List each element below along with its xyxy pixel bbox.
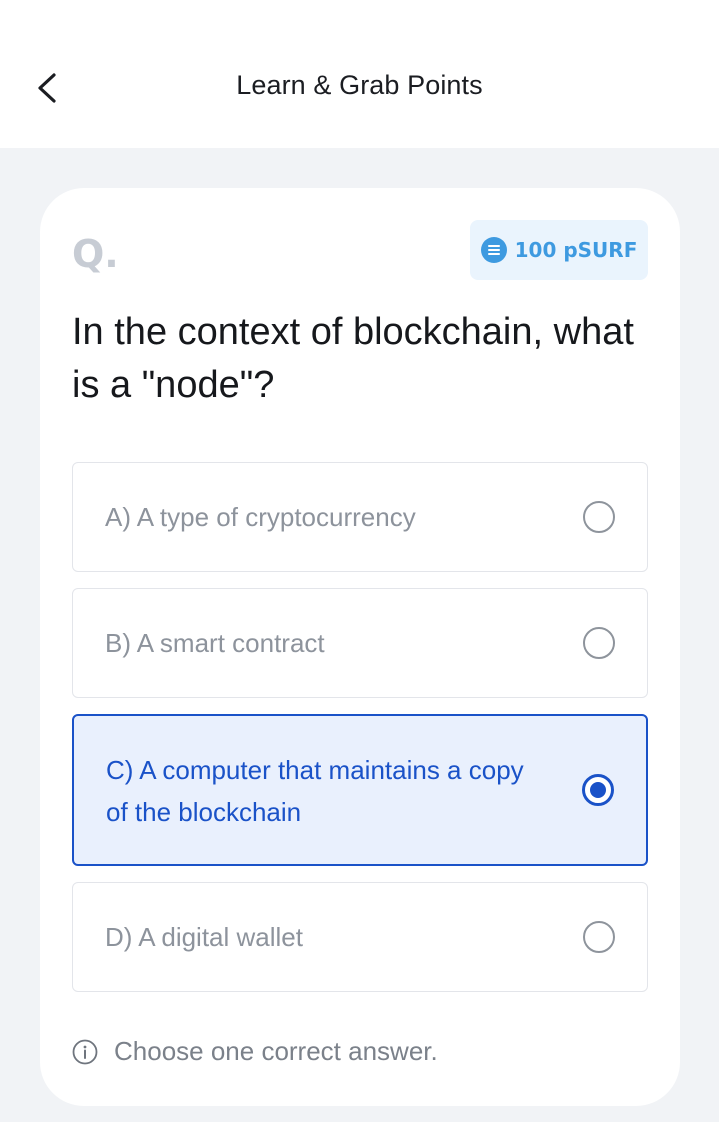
option-c[interactable]: C) A computer that maintains a copy of t… xyxy=(72,714,648,866)
option-label: B) A smart contract xyxy=(105,628,325,658)
option-label: C) A computer that maintains a copy of t… xyxy=(106,755,524,827)
question-label: Q. xyxy=(72,232,119,276)
question-text: In the context of blockchain, what is a … xyxy=(72,311,634,406)
hint-text: Choose one correct answer. xyxy=(114,1036,438,1066)
info-icon xyxy=(72,1039,98,1064)
app-header: Learn & Grab Points xyxy=(0,0,719,148)
page-title: Learn & Grab Points xyxy=(236,70,483,100)
coin-icon xyxy=(480,237,507,263)
reward-amount: 100 pSURF xyxy=(514,238,638,262)
option-label: A) A type of cryptocurrency xyxy=(105,502,416,532)
question-card: Q. 100 pSURF In the context of blockchai… xyxy=(40,188,680,1106)
radio-button[interactable] xyxy=(583,627,615,659)
radio-button[interactable] xyxy=(583,501,615,533)
radio-button-selected[interactable] xyxy=(582,774,614,806)
hint: Choose one correct answer. xyxy=(72,1036,438,1067)
reward-badge: 100 pSURF xyxy=(470,220,648,280)
option-d[interactable]: D) A digital wallet xyxy=(72,882,648,992)
radio-button[interactable] xyxy=(583,921,615,953)
option-label: D) A digital wallet xyxy=(105,922,303,952)
option-b[interactable]: B) A smart contract xyxy=(72,588,648,698)
option-a[interactable]: A) A type of cryptocurrency xyxy=(72,462,648,572)
